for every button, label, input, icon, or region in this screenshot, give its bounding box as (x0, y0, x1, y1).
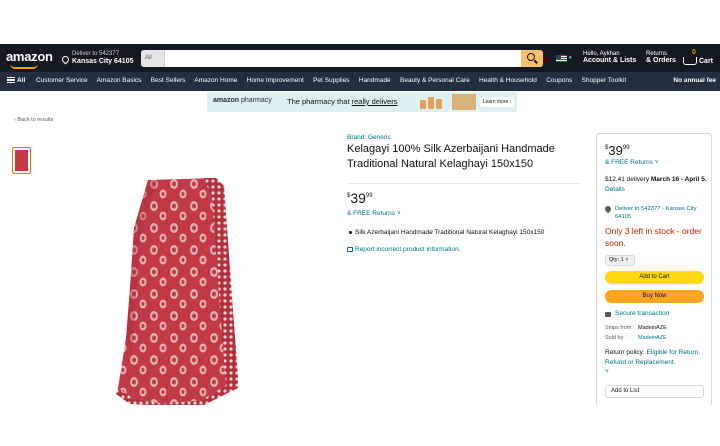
buybox-deliver-to-link[interactable]: Deliver to 542377 - Kansas City 64105 (603, 204, 709, 221)
buybox-deliver-to-label: Deliver to 542377 - Kansas City 64105 (615, 206, 697, 220)
delivery-details-link[interactable]: Details (605, 186, 625, 193)
search-button[interactable] (521, 50, 543, 67)
banner-brand-amazon: amazon (213, 97, 240, 104)
product-price: $3999 (347, 190, 373, 208)
sold-by-row: Sold by MadeinAZE (605, 335, 667, 341)
banner-brand-pharmacy: pharmacy (241, 97, 272, 104)
product-brand-link[interactable]: Brand: Generic (347, 134, 391, 141)
banner-learn-more-button[interactable]: Learn more › (480, 97, 514, 107)
sold-by-label: Sold by (605, 335, 624, 341)
secure-transaction-label: Secure transaction (615, 310, 670, 317)
quantity-dropdown[interactable]: Qty: 1 ˅ (605, 255, 635, 266)
subnav-item-amazon-basics[interactable]: Amazon Basics (97, 77, 142, 84)
ships-from-row: Ships from MadeinAZE (605, 325, 667, 331)
search-input[interactable] (165, 50, 521, 67)
add-to-list-button[interactable]: Add to List (605, 385, 704, 398)
report-link-label: Report incorrect product information. (355, 246, 461, 253)
product-thumbnail[interactable] (12, 147, 31, 174)
all-menu-button[interactable]: All (7, 77, 25, 84)
account-lists-label: Account & Lists (583, 57, 637, 64)
delivery-cost: $12.41 delivery (605, 176, 651, 183)
delivery-box-image (452, 94, 476, 110)
all-menu-label: All (17, 77, 26, 84)
report-chat-icon (347, 247, 353, 252)
ships-from-label: Ships from (605, 325, 632, 331)
search-category-dropdown[interactable]: All (141, 50, 165, 67)
bottle-1 (420, 100, 426, 109)
orders-label: & Orders (646, 57, 676, 64)
lock-icon (605, 312, 611, 317)
subnav-item-health-household[interactable]: Health & Household (479, 77, 537, 84)
cart-icon (683, 57, 697, 65)
sold-by-seller-link[interactable]: MadeinAZE (638, 335, 667, 341)
price-fraction: 99 (365, 193, 373, 199)
buybox-price-fraction: 99 (622, 145, 630, 151)
subnav-item-coupons[interactable]: Coupons (546, 77, 572, 84)
back-to-results-link[interactable]: ‹ Back to results (14, 117, 53, 123)
banner-message-text: The pharmacy that (287, 97, 352, 106)
return-policy-label: Return policy: (605, 349, 647, 356)
amazon-logo-smile-icon (10, 64, 38, 69)
deliver-to-line2: Kansas City 64105 (72, 58, 134, 65)
product-feature-bullet: Silk Azerbaijani Handmade Traditional Na… (348, 229, 545, 236)
free-returns-link[interactable]: & FREE Returns ˅ (347, 210, 401, 217)
amazon-logo[interactable]: amazon (6, 49, 53, 64)
subnav-item-amazon-home[interactable]: Amazon Home (194, 77, 237, 84)
subnav-item-customer-service[interactable]: Customer Service (36, 77, 88, 84)
pharmacy-ad-banner[interactable]: amazon pharmacy The pharmacy that really… (207, 92, 517, 112)
secure-transaction-link[interactable]: Secure transaction (605, 310, 669, 317)
subnav-item-shopper-toolkit[interactable]: Shopper Toolkit (582, 77, 627, 84)
hamburger-icon (7, 77, 15, 83)
return-policy: Return policy: Eligible for Return, Refu… (605, 348, 709, 377)
cart-label: Cart (699, 58, 714, 65)
deliver-to-line1: Deliver to 542377 (72, 51, 120, 57)
page-top-margin (0, 0, 720, 44)
bottle-2 (428, 97, 434, 109)
price-whole: 39 (350, 190, 366, 206)
subnav-item-home-improvement[interactable]: Home Improvement (247, 77, 304, 84)
returns-orders-link[interactable]: Returns & Orders (646, 51, 676, 64)
report-incorrect-info-link[interactable]: Report incorrect product information. (347, 246, 461, 253)
location-pin-icon (60, 54, 71, 65)
buybox-free-returns-link[interactable]: & FREE Returns ˅ (605, 159, 659, 166)
banner-message-emphasis: really delivers (351, 97, 398, 106)
delivery-date: March 16 - April 5. (650, 176, 707, 183)
secondary-nav-bar: All Customer Service Amazon Basics Best … (0, 72, 720, 91)
account-lists-menu[interactable]: Hello, Aykhan Account & Lists (583, 51, 636, 64)
us-flag-icon[interactable] (556, 55, 567, 62)
buy-now-button[interactable]: Buy Now (605, 290, 704, 303)
page-bottom-margin (0, 405, 720, 446)
subnav-item-pet-supplies[interactable]: Pet Supplies (313, 77, 350, 84)
buybox-price: $3999 (605, 142, 630, 160)
search-icon-handle (534, 59, 538, 64)
subnav-promo-no-annual-fee[interactable]: No annual fee (673, 77, 716, 84)
location-pin-icon (603, 204, 613, 214)
medicine-bottles-image (420, 95, 446, 109)
buybox-price-whole: 39 (608, 143, 623, 158)
subnav-links: Customer Service Amazon Basics Best Sell… (36, 77, 634, 84)
search-bar: All (141, 50, 543, 67)
language-caret-icon: ▾ (569, 55, 572, 61)
buy-box: $3999 & FREE Returns ˅ $12.41 delivery M… (596, 133, 712, 408)
stock-status: Only 3 left in stock - order soon. (605, 226, 702, 248)
thumbnail-image (15, 150, 28, 171)
add-to-cart-button[interactable]: Add to Cart (605, 271, 704, 284)
amazon-pharmacy-logo: amazon pharmacy (213, 97, 272, 104)
subnav-item-handmade[interactable]: Handmade (359, 77, 391, 84)
top-nav-bar: amazon Deliver to 542377 Kansas City 641… (0, 44, 720, 72)
product-title: Kelagayi 100% Silk Azerbaijani Handmade … (347, 143, 555, 170)
cart-count: 0 (692, 49, 696, 56)
product-main-image[interactable] (108, 178, 248, 406)
subnav-item-beauty-personal-care[interactable]: Beauty & Personal Care (400, 77, 470, 84)
ships-from-value: MadeinAZE (638, 325, 667, 331)
return-policy-caret-icon[interactable]: ˅ (605, 368, 609, 375)
bottle-3 (436, 99, 442, 109)
subnav-item-best-sellers[interactable]: Best Sellers (151, 77, 186, 84)
banner-message: The pharmacy that really delivers (287, 97, 397, 106)
title-divider (347, 183, 581, 184)
buybox-delivery-info: $12.41 delivery March 16 - April 5. Deta… (605, 175, 709, 195)
